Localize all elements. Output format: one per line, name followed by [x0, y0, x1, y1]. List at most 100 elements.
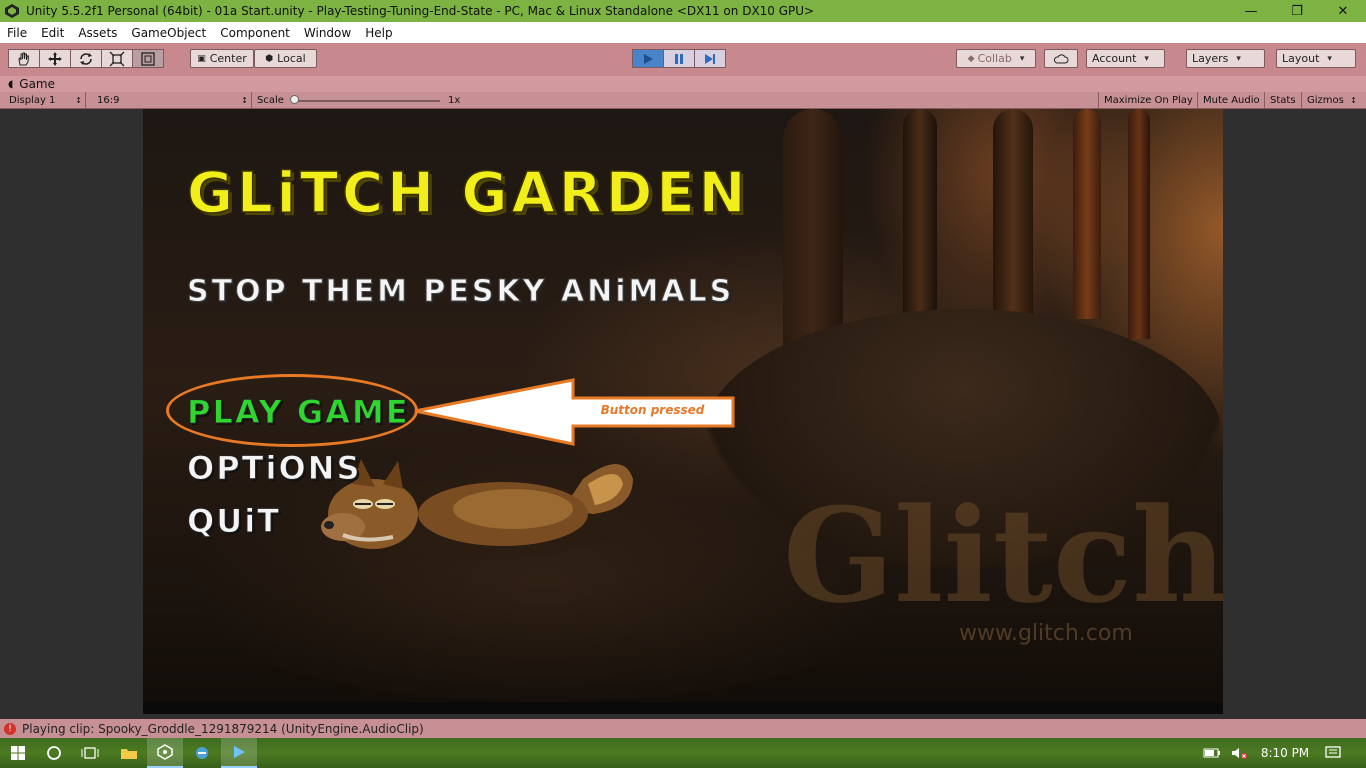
- windows-taskbar: 8:10 PM: [0, 738, 1366, 768]
- pivot-center-toggle[interactable]: ▣ Center: [190, 49, 254, 68]
- unity-logo-icon: [5, 4, 19, 18]
- mute-label: Mute Audio: [1203, 95, 1260, 106]
- game-tab[interactable]: ◖ Game: [0, 76, 1366, 92]
- tree-trunk: [1128, 109, 1150, 339]
- play-icon: [644, 53, 653, 64]
- move-icon: [48, 51, 62, 66]
- menu-edit[interactable]: Edit: [34, 26, 71, 40]
- game-subtitle: STOP THEM PESKY ANiMALS: [186, 274, 735, 310]
- game-title: GLiTCH GARDEN: [186, 160, 750, 227]
- display-dropdown[interactable]: Display 1: [4, 92, 86, 109]
- game-controller-icon: ◖: [8, 78, 14, 90]
- layers-label: Layers: [1192, 52, 1229, 65]
- menu-help[interactable]: Help: [358, 26, 399, 40]
- hand-icon: [18, 52, 30, 65]
- collab-dropdown[interactable]: ◆ Collab: [956, 49, 1036, 68]
- pause-button[interactable]: [663, 49, 695, 68]
- tree-trunk: [1073, 109, 1101, 319]
- scale-label: Scale: [257, 95, 284, 106]
- aspect-dropdown[interactable]: 16:9: [92, 92, 252, 109]
- play-media-icon: [234, 746, 245, 758]
- move-tool-button[interactable]: [39, 49, 71, 68]
- rect-tool-button[interactable]: [132, 49, 164, 68]
- task-view-button[interactable]: [72, 738, 108, 768]
- stats-label: Stats: [1270, 95, 1296, 106]
- account-dropdown[interactable]: Account: [1086, 49, 1165, 68]
- window-title: Unity 5.5.2f1 Personal (64bit) - 01a Sta…: [26, 4, 815, 18]
- menu-component[interactable]: Component: [213, 26, 297, 40]
- cube-icon: ⬢: [265, 53, 274, 64]
- close-button[interactable]: ✕: [1320, 0, 1366, 22]
- cloud-button[interactable]: [1044, 49, 1078, 68]
- menu-file[interactable]: File: [0, 26, 34, 40]
- space-label: Local: [277, 52, 306, 65]
- mute-audio-toggle[interactable]: Mute Audio: [1198, 92, 1265, 109]
- step-icon: [705, 53, 715, 64]
- scale-tool-button[interactable]: [101, 49, 133, 68]
- layout-dropdown[interactable]: Layout: [1276, 49, 1356, 68]
- scale-value: 1x: [443, 92, 465, 109]
- rotate-icon: [80, 52, 92, 65]
- cortana-circle-icon: [47, 746, 61, 760]
- unity-taskbar-button[interactable]: [147, 738, 183, 768]
- game-tab-label: Game: [19, 77, 56, 91]
- pivot-label: Center: [209, 52, 247, 65]
- notification-center-icon[interactable]: [1318, 738, 1348, 768]
- folder-icon: [121, 749, 137, 759]
- battery-icon[interactable]: [1198, 738, 1226, 768]
- status-message: Playing clip: Spooky_Groddle_1291879214 …: [22, 721, 424, 736]
- scale-slider-track[interactable]: [292, 100, 440, 102]
- app-icon: [196, 747, 208, 759]
- menu-window[interactable]: Window: [297, 26, 358, 40]
- gizmos-label: Gizmos: [1307, 95, 1344, 106]
- scene-bottom-bar: [143, 702, 1223, 714]
- file-explorer-taskbar-button[interactable]: [111, 738, 147, 768]
- scale-slider-handle[interactable]: [290, 95, 299, 104]
- play-button[interactable]: [632, 49, 664, 68]
- cortana-button[interactable]: [36, 738, 72, 768]
- aspect-label: 16:9: [97, 95, 120, 106]
- rotate-tool-button[interactable]: [70, 49, 102, 68]
- menu-assets[interactable]: Assets: [71, 26, 124, 40]
- step-button[interactable]: [694, 49, 726, 68]
- scale-icon: [109, 51, 125, 66]
- unity-icon: [157, 744, 173, 760]
- annotation-label: Button pressed: [600, 403, 705, 417]
- pause-icon: [675, 53, 683, 64]
- task-view-icon: [81, 747, 99, 759]
- cloud-icon: [1053, 53, 1069, 63]
- window-title-bar: Unity 5.5.2f1 Personal (64bit) - 01a Sta…: [0, 0, 1366, 22]
- layout-label: Layout: [1282, 52, 1320, 65]
- taskbar-clock[interactable]: 8:10 PM: [1255, 738, 1315, 768]
- menu-gameobject[interactable]: GameObject: [124, 26, 213, 40]
- account-label: Account: [1092, 52, 1137, 65]
- maximize-on-play-toggle[interactable]: Maximize On Play: [1098, 92, 1198, 109]
- glitch-watermark: Glitch: [783, 479, 1223, 632]
- options-button[interactable]: OPTiONS: [186, 449, 361, 488]
- quit-button[interactable]: QUiT: [187, 502, 281, 541]
- maximize-label: Maximize On Play: [1104, 95, 1193, 106]
- display-label: Display 1: [9, 95, 56, 106]
- restore-button[interactable]: ❐: [1274, 0, 1320, 22]
- scale-value-text: 1x: [448, 95, 461, 106]
- collab-icon: ◆: [967, 53, 975, 64]
- pivot-icon: ▣: [197, 53, 206, 64]
- pivot-local-toggle[interactable]: ⬢ Local: [254, 49, 317, 68]
- gizmos-dropdown[interactable]: Gizmos: [1302, 92, 1360, 109]
- play-controls: [632, 49, 726, 68]
- status-bar[interactable]: ! Playing clip: Spooky_Groddle_129187921…: [0, 719, 1366, 738]
- rect-icon: [141, 51, 155, 66]
- menu-bar: File Edit Assets GameObject Component Wi…: [0, 22, 1366, 43]
- start-button[interactable]: [0, 738, 36, 768]
- app-taskbar-button[interactable]: [184, 738, 220, 768]
- windows-logo-icon: [11, 746, 25, 760]
- minimize-button[interactable]: —: [1228, 0, 1274, 22]
- main-toolbar: ▣ Center ⬢ Local ◆ Collab Account Layers…: [0, 43, 1366, 76]
- hand-tool-button[interactable]: [8, 49, 40, 68]
- glitch-url: www.glitch.com: [959, 621, 1133, 646]
- stats-toggle[interactable]: Stats: [1265, 92, 1302, 109]
- layers-dropdown[interactable]: Layers: [1186, 49, 1265, 68]
- volume-muted-icon[interactable]: [1226, 738, 1254, 768]
- player-taskbar-button[interactable]: [221, 738, 257, 768]
- game-view-toolbar: Display 1 16:9 Scale 1x Maximize On Play…: [0, 92, 1366, 109]
